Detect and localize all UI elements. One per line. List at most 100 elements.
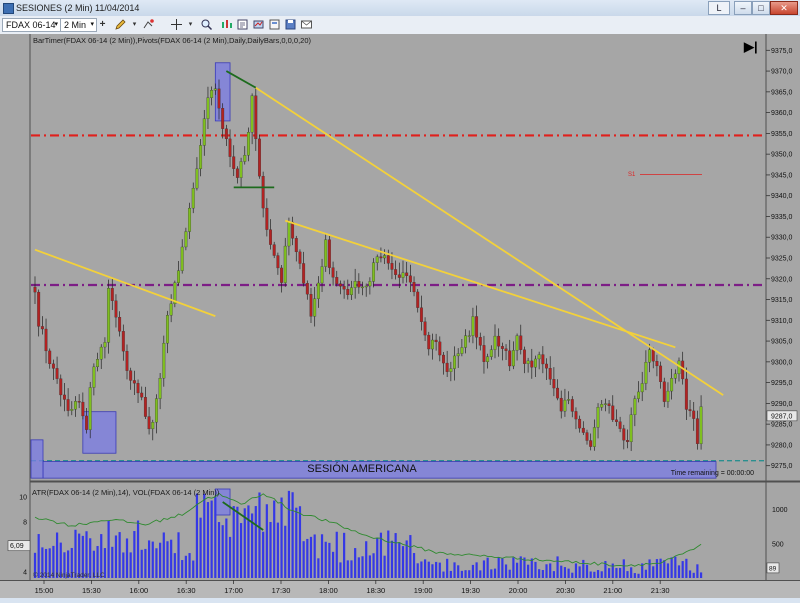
candle-body [596,407,600,428]
candle-body [77,401,81,403]
candle-body [338,283,342,287]
candle-body [423,321,427,336]
candle-body [243,155,247,162]
candle-body [670,378,674,392]
candle-body [118,317,122,332]
chevron-down-icon[interactable]: ▾ [128,18,141,31]
volume-bar [589,571,592,578]
volume-bar [273,500,276,578]
volume-bar [372,553,375,578]
candle-body [567,399,571,401]
candle-body [313,298,317,317]
maximize-button[interactable]: □ [752,1,770,15]
pencil-icon[interactable] [114,18,127,31]
email-icon[interactable] [300,18,313,31]
chevron-down-icon: ▾ [54,21,58,28]
volume-bar [320,534,324,578]
volume-bar [284,525,287,578]
volume-bar [324,541,327,578]
volume-bar [295,507,298,578]
candle-body [475,316,479,338]
candle-body [195,168,199,189]
volume-bar [232,506,235,578]
volume-bar [423,559,427,578]
candle-body [96,359,100,368]
volume-bar [596,570,600,578]
volume-bar [155,548,158,578]
time-tick-label: 18:00 [319,586,338,595]
chart-svg[interactable]: 9375,0 9370,0 9365,0 9360,0 9355,0 9350,0 9345… [0,34,800,598]
candle-body [246,132,250,156]
volume-bar [313,534,316,578]
candle-body [662,381,666,402]
candle-body [154,398,158,423]
volume-bar [600,571,603,578]
volume-tick-label: 500 [772,541,784,548]
candle-body [522,349,526,364]
candle-body [320,266,324,284]
candle-body [394,269,398,275]
candle-body [62,394,66,400]
volume-bar [258,492,261,578]
candle-body [545,363,548,369]
volume-bar [563,567,567,578]
volume-bar [560,565,563,578]
minimize-button[interactable]: – [734,1,752,15]
play-icon[interactable]: ▶| [743,39,758,54]
candle-body [695,418,699,444]
price-tick-label: 9305,0 [771,339,793,346]
interval-select[interactable]: 2 Min ▾ [60,18,97,32]
ninjatrader-chart-window: SESIONES (2 Min) 11/04/2014 L – □ ✕ FDAX… [0,0,800,598]
price-tick-label: 9295,0 [771,380,793,387]
title-bar[interactable]: SESIONES (2 Min) 11/04/2014 L – □ ✕ [0,0,800,17]
candle-body [103,342,107,348]
price-tick-label: 9275,0 [771,463,793,470]
volume-bar [306,538,309,578]
volume-bar [181,560,184,578]
candle-body [548,368,552,380]
language-badge[interactable]: L [708,1,730,15]
candle-body [449,368,453,372]
instrument-select[interactable]: FDAX 06-14 ▾ [2,18,61,32]
volume-bar [431,564,434,578]
volume-bar [464,570,467,578]
volume-bar [453,562,456,578]
volume-bar [309,536,313,578]
chart-area[interactable]: 9375,0 9370,0 9365,0 9360,0 9355,0 9350,0 9345… [0,34,800,598]
template-icon[interactable] [268,18,281,31]
time-tick-label: 17:30 [272,586,291,595]
price-tick-label: 9285,0 [771,422,793,429]
save-icon[interactable] [284,18,297,31]
candle-body [272,244,276,256]
candle-body [629,414,633,443]
bars-icon[interactable] [220,18,233,31]
candle-body [585,432,589,441]
volume-bar [118,532,121,578]
add-icon[interactable]: + [96,18,109,31]
properties-icon[interactable] [236,18,249,31]
time-tick-label: 20:00 [509,586,528,595]
candle-body [375,256,379,263]
candle-body [121,331,125,352]
crosshair-icon[interactable] [170,18,183,31]
volume-bar [688,570,692,578]
candle-body [85,415,88,430]
candle-body [291,221,295,239]
volume-bar [269,521,272,578]
volume-bar [228,536,232,578]
zoom-icon[interactable] [200,18,213,31]
volume-bar [479,570,482,578]
drawing-tools-icon[interactable] [142,18,155,31]
volume-tick-label: 1000 [772,507,788,514]
chevron-down-icon[interactable]: ▾ [184,18,197,31]
close-button[interactable]: ✕ [770,1,798,15]
candle-body [269,229,272,245]
candle-body [158,377,162,399]
strategies-icon[interactable] [252,18,265,31]
candle-body [515,335,519,351]
volume-bar [401,546,405,578]
volume-bar [133,531,136,578]
candle-body [40,326,44,330]
candle-body [430,339,434,350]
volume-bar [585,564,589,578]
